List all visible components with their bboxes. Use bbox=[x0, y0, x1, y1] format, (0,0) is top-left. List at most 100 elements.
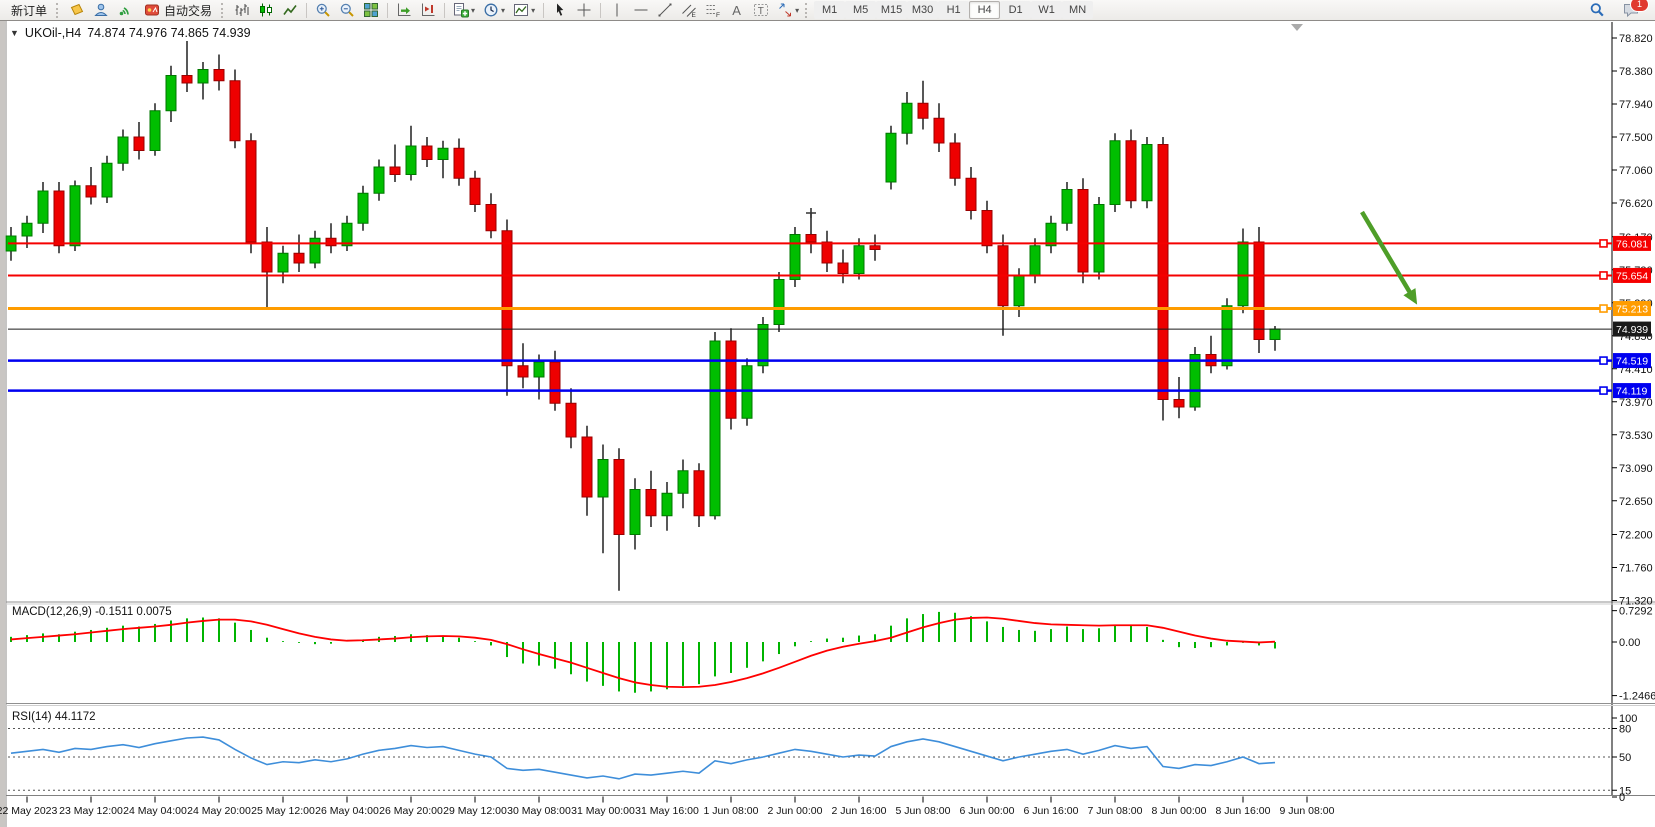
fibonacci-button[interactable]: F bbox=[701, 1, 725, 20]
timeframe-h1-button[interactable]: H1 bbox=[938, 1, 969, 19]
horizontal-line-button[interactable] bbox=[629, 1, 653, 20]
macd-tick-label: 0.00 bbox=[1619, 637, 1640, 649]
date-tick-label: 25 May 12:00 bbox=[251, 805, 315, 817]
line-anchor-handle[interactable] bbox=[1600, 357, 1607, 364]
timeframe-m15-button[interactable]: M15 bbox=[876, 1, 907, 19]
macd-histogram bbox=[11, 612, 1275, 693]
new-order-button[interactable]: 新订单 bbox=[4, 1, 54, 20]
equidistant-channel-button[interactable]: E bbox=[677, 1, 701, 20]
text-label-button[interactable]: T bbox=[749, 1, 773, 20]
date-tick-label: 31 May 16:00 bbox=[635, 805, 699, 817]
dropdown-caret-icon[interactable]: ▾ bbox=[501, 6, 505, 15]
chart-shift-marker[interactable] bbox=[1291, 24, 1303, 31]
down-arrow-annotation[interactable] bbox=[1362, 212, 1412, 296]
zoom-in-button[interactable] bbox=[311, 1, 335, 20]
line-anchor-handle[interactable] bbox=[1600, 272, 1607, 279]
trendline-button[interactable] bbox=[653, 1, 677, 20]
tile-windows-icon bbox=[363, 2, 379, 18]
timeframe-m1-button[interactable]: M1 bbox=[814, 1, 845, 19]
rsi-axis[interactable]: 1008050150 bbox=[1612, 713, 1637, 804]
price-level-tag-label: 75.213 bbox=[1616, 304, 1648, 316]
candlestick-series bbox=[6, 41, 1280, 591]
cursor-button[interactable] bbox=[548, 1, 572, 20]
news-icon bbox=[69, 2, 85, 18]
price-tick-label: 73.090 bbox=[1619, 463, 1653, 475]
price-tick-label: 72.200 bbox=[1619, 530, 1653, 542]
horizontal-line-icon bbox=[633, 2, 649, 18]
indicators-button[interactable]: ▾ bbox=[449, 1, 479, 20]
svg-text:E: E bbox=[692, 12, 697, 18]
signals-button[interactable] bbox=[113, 1, 137, 20]
rsi-tick-label: 0 bbox=[1619, 792, 1625, 804]
vertical-line-button[interactable] bbox=[605, 1, 629, 20]
date-tick-label: 2 Jun 16:00 bbox=[832, 805, 887, 817]
line-anchor-handle[interactable] bbox=[1600, 305, 1607, 312]
news-button[interactable] bbox=[65, 1, 89, 20]
community-button[interactable] bbox=[89, 1, 113, 20]
toolbar-separator bbox=[444, 3, 445, 18]
text-button[interactable]: A bbox=[725, 1, 749, 20]
toolbar-separator bbox=[600, 3, 601, 18]
dropdown-caret-icon[interactable]: ▾ bbox=[795, 6, 799, 15]
line-anchor-handle[interactable] bbox=[1600, 240, 1607, 247]
date-axis[interactable]: 22 May 202323 May 12:0024 May 04:0024 Ma… bbox=[0, 797, 1335, 818]
date-tick-label: 9 Jun 08:00 bbox=[1280, 805, 1335, 817]
search-button[interactable] bbox=[1585, 1, 1609, 20]
timeframe-m5-button[interactable]: M5 bbox=[845, 1, 876, 19]
tile-windows-button[interactable] bbox=[359, 1, 383, 20]
date-tick-label: 24 May 20:00 bbox=[187, 805, 251, 817]
zoom-out-icon bbox=[339, 2, 355, 18]
timeframe-mn-button[interactable]: MN bbox=[1062, 1, 1093, 19]
date-tick-label: 22 May 2023 bbox=[0, 805, 58, 817]
timeframe-d1-button[interactable]: D1 bbox=[1000, 1, 1031, 19]
auto-scroll-icon bbox=[396, 2, 412, 18]
chart-title[interactable]: ▼ UKOil-,H4 74.874 74.976 74.865 74.939 bbox=[10, 26, 251, 40]
date-tick-label: 8 Jun 00:00 bbox=[1152, 805, 1207, 817]
vertical-line-icon bbox=[609, 2, 625, 18]
ohlc-values: 74.874 74.976 74.865 74.939 bbox=[87, 26, 250, 40]
dropdown-caret-icon[interactable]: ▾ bbox=[531, 6, 535, 15]
macd-signal-line bbox=[11, 617, 1275, 687]
plus-marker[interactable] bbox=[806, 208, 816, 218]
arrowhead-icon bbox=[1403, 288, 1423, 308]
bar-chart-button[interactable] bbox=[230, 1, 254, 20]
rsi-line bbox=[11, 737, 1275, 779]
symbol-dropdown-icon[interactable]: ▼ bbox=[10, 28, 19, 38]
shapes-button[interactable]: ▾ bbox=[773, 1, 803, 20]
price-tick-label: 78.380 bbox=[1619, 66, 1653, 78]
rsi-label[interactable]: RSI(14) 44.1172 bbox=[12, 711, 96, 723]
chart-canvas[interactable]: 78.82078.38077.94077.50077.06076.62076.1… bbox=[0, 0, 1655, 827]
macd-axis[interactable]: 0.72920.00-1.2466 bbox=[1612, 606, 1655, 703]
timeframe-h4-button[interactable]: H4 bbox=[969, 1, 1000, 19]
periods-button[interactable]: ▾ bbox=[479, 1, 509, 20]
line-chart-icon bbox=[282, 2, 298, 18]
text-icon: A bbox=[729, 2, 745, 18]
templates-button[interactable]: ▾ bbox=[509, 1, 539, 20]
toolbar-separator bbox=[387, 3, 388, 18]
autotrading-button[interactable]: 自动交易 bbox=[137, 1, 219, 20]
date-tick-label: 31 May 00:00 bbox=[571, 805, 635, 817]
toolbar-grip bbox=[805, 3, 810, 18]
auto-scroll-button[interactable] bbox=[392, 1, 416, 20]
date-tick-label: 26 May 04:00 bbox=[315, 805, 379, 817]
line-anchor-handle[interactable] bbox=[1600, 387, 1607, 394]
crosshair-button[interactable] bbox=[572, 1, 596, 20]
date-tick-label: 1 Jun 08:00 bbox=[704, 805, 759, 817]
date-tick-label: 8 Jun 16:00 bbox=[1216, 805, 1271, 817]
dropdown-caret-icon[interactable]: ▾ bbox=[471, 6, 475, 15]
macd-tick-label: 0.7292 bbox=[1619, 606, 1653, 618]
timeframe-group: M1M5M15M30H1H4D1W1MN bbox=[814, 1, 1093, 19]
zoom-out-button[interactable] bbox=[335, 1, 359, 20]
price-axis[interactable]: 78.82078.38077.94077.50077.06076.62076.1… bbox=[1612, 33, 1653, 608]
notifications-button[interactable]: 1 bbox=[1619, 1, 1643, 20]
candlestick-chart-button[interactable] bbox=[254, 1, 278, 20]
timeframe-m30-button[interactable]: M30 bbox=[907, 1, 938, 19]
autotrading-label: 自动交易 bbox=[164, 2, 212, 19]
macd-label[interactable]: MACD(12,26,9) -0.1511 0.0075 bbox=[12, 606, 172, 618]
chart-shift-button[interactable] bbox=[416, 1, 440, 20]
timeframe-w1-button[interactable]: W1 bbox=[1031, 1, 1062, 19]
price-tick-label: 72.650 bbox=[1619, 496, 1653, 508]
date-tick-label: 24 May 04:00 bbox=[123, 805, 187, 817]
line-chart-button[interactable] bbox=[278, 1, 302, 20]
signals-icon bbox=[117, 2, 133, 18]
